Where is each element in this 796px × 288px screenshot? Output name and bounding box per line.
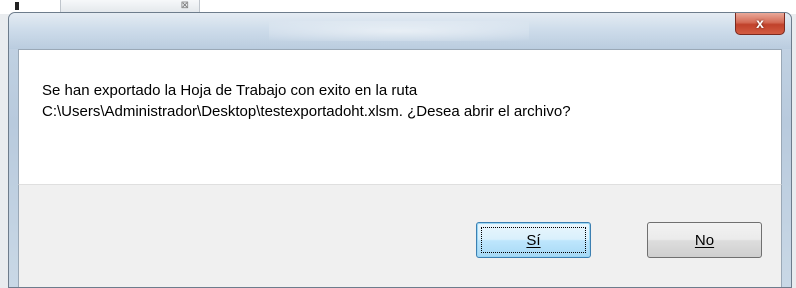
dialog-message: Se han exportado la Hoja de Trabajo con … (42, 80, 762, 122)
dialog-content: Se han exportado la Hoja de Trabajo con … (18, 49, 782, 184)
dialog-title-bar[interactable]: x (9, 13, 791, 49)
message-dialog: x Se han exportado la Hoja de Trabajo co… (8, 12, 792, 288)
dialog-button-bar: Sí No (18, 184, 782, 287)
yes-button[interactable]: Sí (476, 222, 591, 258)
background-widget-icon: ⊠ (180, 0, 189, 11)
no-button[interactable]: No (647, 222, 762, 258)
no-button-label: No (694, 231, 715, 249)
close-icon: x (756, 15, 764, 31)
close-button[interactable]: x (735, 13, 785, 35)
yes-button-label: Sí (526, 231, 541, 249)
message-line-2: C:\Users\Administrador\Desktop\testexpor… (42, 103, 571, 120)
background-marker (15, 2, 19, 10)
message-line-1: Se han exportado la Hoja de Trabajo con … (42, 82, 418, 99)
